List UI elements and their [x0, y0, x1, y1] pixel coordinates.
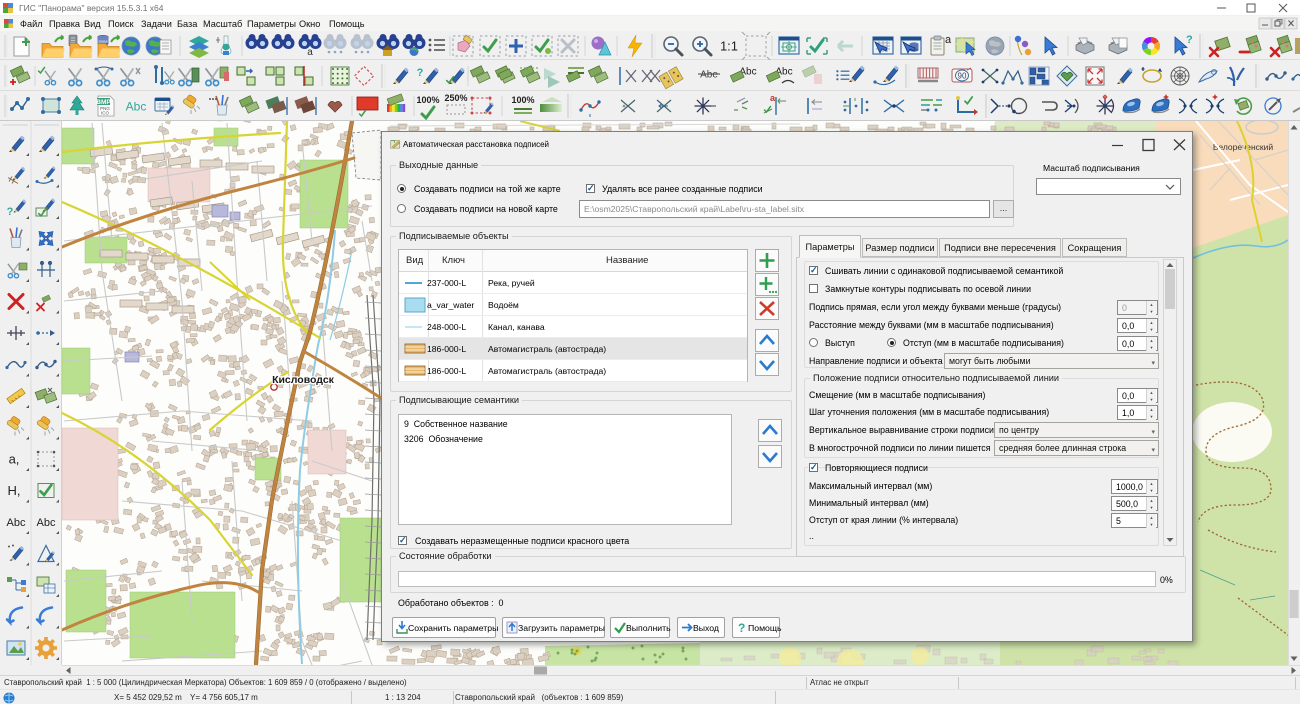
svg-text:a: a [770, 93, 776, 103]
svg-text:a: a [307, 47, 313, 58]
svg-text:Параметры: Параметры [247, 19, 296, 29]
svg-text:?: ? [417, 67, 424, 79]
svg-text:Abc: Abc [7, 517, 26, 529]
svg-text:Abc: Abc [126, 99, 147, 113]
svg-text:Помощь: Помощь [329, 19, 365, 29]
svg-text:ГИС "Панорама" версия 15.5.3.1: ГИС "Панорама" версия 15.5.3.1 x64 [19, 3, 164, 13]
svg-text:Окно: Окно [299, 19, 320, 29]
svg-text:Abe: Abe [700, 70, 718, 81]
svg-text:1:1: 1:1 [720, 39, 738, 54]
svg-text:100%: 100% [416, 95, 439, 105]
svg-text:a: a [945, 34, 952, 46]
svg-text:?: ? [7, 206, 14, 218]
svg-text:Поиск: Поиск [108, 19, 134, 29]
svg-text:Масштаб: Масштаб [203, 19, 242, 29]
svg-text:100%: 100% [511, 95, 534, 105]
svg-text:a,: a, [9, 452, 20, 467]
svg-text:ICO: ICO [101, 111, 110, 116]
svg-text:Правка: Правка [49, 19, 81, 29]
svg-text:База: База [177, 19, 198, 29]
svg-text:?: ? [738, 621, 745, 635]
svg-text:Кисловодск: Кисловодск [272, 374, 335, 386]
svg-text:Файл: Файл [20, 19, 43, 29]
svg-text:H,: H, [8, 483, 21, 498]
svg-text:?: ? [1186, 34, 1193, 46]
svg-text:90: 90 [958, 72, 967, 81]
svg-text:BMP: BMP [96, 99, 111, 106]
svg-text:Задачи: Задачи [141, 19, 172, 29]
svg-text:Abc: Abc [37, 517, 56, 529]
svg-text:250%: 250% [444, 93, 467, 103]
svg-text:Вид: Вид [84, 19, 101, 29]
